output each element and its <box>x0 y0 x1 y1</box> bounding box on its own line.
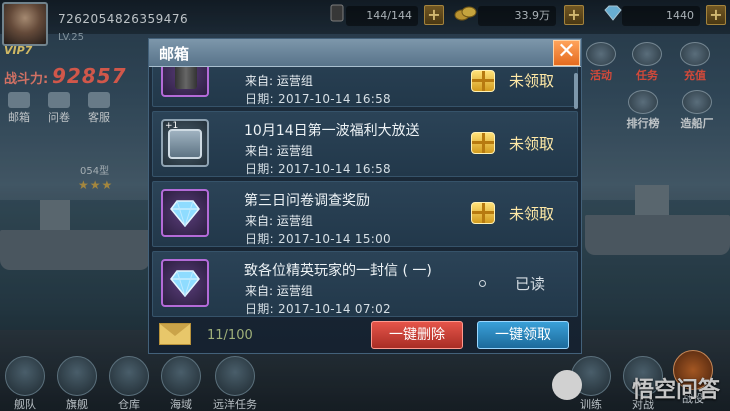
dialog-title: 邮箱 <box>159 45 190 63</box>
delete-all-button[interactable]: 一键删除 <box>371 321 463 349</box>
read-indicator-icon <box>479 280 486 287</box>
mail-sender: 来自: 运营组 <box>245 144 313 158</box>
mail-row[interactable]: 致各位精英玩家的一封信 ( 一) 来自: 运营组 日期: 2017-10-14 … <box>152 251 578 317</box>
mail-title: 致各位精英玩家的一封信 ( 一) <box>244 263 432 279</box>
mail-row[interactable]: +1 10月14日第一波福利大放送 来自: 运营组 日期: 2017-10-14… <box>152 111 578 177</box>
mail-attachment <box>161 189 209 237</box>
mailbox-dialog: 邮箱 ✕ 来自: 运营组 日期: 2017-10-14 16:58 未领取 +1… <box>148 38 582 354</box>
mail-date: 日期: 2017-10-14 07:02 <box>245 302 391 316</box>
mail-date: 日期: 2017-10-14 15:00 <box>245 232 391 246</box>
mail-count: 11/100 <box>207 328 253 343</box>
mail-sender: 来自: 运营组 <box>245 74 313 88</box>
mail-row[interactable]: 第三日问卷调查奖励 来自: 运营组 日期: 2017-10-14 15:00 未… <box>152 181 578 247</box>
envelope-icon <box>159 323 191 345</box>
attachment-count: +1 <box>165 121 179 131</box>
mail-sender: 来自: 运营组 <box>245 284 313 298</box>
mail-status: 已读 <box>515 275 546 293</box>
gift-icon <box>471 202 495 224</box>
oil-barrel-icon <box>175 67 197 89</box>
dialog-footer: 11/100 一键删除 一键领取 <box>149 317 581 355</box>
gift-icon <box>471 70 495 92</box>
mail-attachment <box>161 259 209 307</box>
diamond-icon <box>170 270 200 297</box>
mail-attachment <box>161 67 209 97</box>
mail-status: 未领取 <box>509 135 555 153</box>
mail-list[interactable]: 来自: 运营组 日期: 2017-10-14 16:58 未领取 +1 10月1… <box>152 67 580 317</box>
mail-title: 第三日问卷调查奖励 <box>244 193 370 209</box>
mail-status: 未领取 <box>509 205 555 223</box>
mail-sender: 来自: 运营组 <box>245 214 313 228</box>
diamond-icon <box>170 200 200 227</box>
mail-date: 日期: 2017-10-14 16:58 <box>245 92 391 106</box>
claim-all-button[interactable]: 一键领取 <box>477 321 569 349</box>
mail-attachment: +1 <box>161 119 209 167</box>
close-button[interactable]: ✕ <box>553 40 580 66</box>
scrollbar[interactable] <box>574 73 578 109</box>
treasure-chest-icon <box>168 129 202 159</box>
dialog-header: 邮箱 ✕ <box>149 39 581 67</box>
gift-icon <box>471 132 495 154</box>
mail-row[interactable]: 来自: 运营组 日期: 2017-10-14 16:58 未领取 <box>152 67 578 107</box>
mail-status: 未领取 <box>509 72 555 90</box>
mail-title: 10月14日第一波福利大放送 <box>244 123 420 139</box>
mail-date: 日期: 2017-10-14 16:58 <box>245 162 391 176</box>
